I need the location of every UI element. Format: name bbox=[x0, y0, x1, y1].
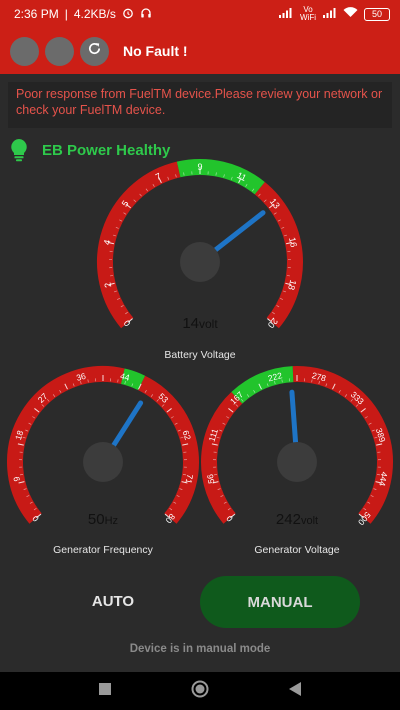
gauge-readout: 50Hz bbox=[88, 511, 118, 528]
gauge-arc-green bbox=[231, 366, 294, 404]
gauge-arc-red-high bbox=[137, 375, 199, 524]
gauge-readout: 14volt bbox=[182, 315, 218, 332]
gauge-arc-red-low bbox=[201, 391, 243, 524]
gauge-readout-value: 50 bbox=[88, 511, 105, 528]
gauge-readout-unit: volt bbox=[199, 317, 218, 331]
gauge-readout-value: 242 bbox=[276, 511, 301, 528]
gauge-hub bbox=[180, 242, 220, 282]
gauge-readout-value: 14 bbox=[182, 315, 199, 332]
gauge-generator-voltage: 056111167222 278333389444500242volt bbox=[201, 366, 393, 528]
gauge-arc-green bbox=[176, 159, 265, 195]
gauge-title-generator-voltage: Generator Voltage bbox=[254, 544, 340, 556]
gauge-arc-red-high bbox=[254, 181, 303, 329]
gauge-title-battery: Battery Voltage bbox=[164, 349, 236, 361]
manual-mode-label: MANUAL bbox=[247, 593, 313, 611]
gauge-title-generator-frequency: Generator Frequency bbox=[53, 544, 153, 556]
home-icon[interactable] bbox=[190, 679, 210, 704]
gauge-readout-unit: volt bbox=[301, 515, 318, 527]
gauge-generator-frequency: 09182736 445362718050Hz bbox=[7, 366, 199, 528]
gauge-hub bbox=[83, 442, 123, 482]
gauge-tick-label: 16 bbox=[287, 236, 299, 248]
gauges-canvas: 024579111316182014volt 09182736 445362718… bbox=[7, 159, 393, 528]
auto-mode-label: AUTO bbox=[91, 592, 135, 610]
system-nav-bar bbox=[0, 672, 400, 710]
manual-mode-button[interactable]: MANUAL bbox=[200, 576, 360, 628]
gauge-tick-label: 9 bbox=[197, 162, 202, 172]
gauge-battery: 024579111316182014volt bbox=[97, 159, 303, 332]
gauge-arc-red-low bbox=[97, 161, 181, 329]
mode-status-text: Device is in manual mode bbox=[129, 643, 271, 655]
gauge-readout: 242volt bbox=[276, 511, 318, 528]
auto-mode-button[interactable]: AUTO bbox=[38, 578, 188, 624]
gauge-hub bbox=[277, 442, 317, 482]
back-icon[interactable] bbox=[288, 681, 302, 702]
gauge-readout-unit: Hz bbox=[105, 515, 118, 527]
recents-icon[interactable] bbox=[98, 682, 112, 701]
